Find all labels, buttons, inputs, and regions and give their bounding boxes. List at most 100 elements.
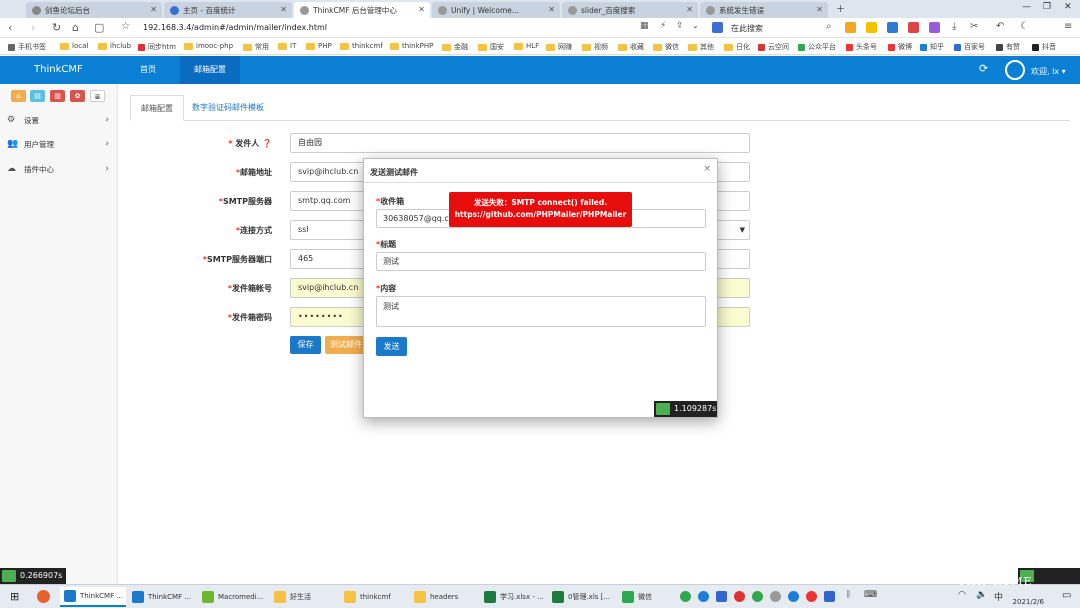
- bookmark-item[interactable]: thinkPHP: [390, 42, 433, 50]
- maximize-icon[interactable]: ❐: [1043, 2, 1051, 12]
- extension-icon[interactable]: [908, 22, 919, 33]
- tray-icon[interactable]: [806, 591, 817, 602]
- close-icon[interactable]: ×: [703, 164, 711, 174]
- extension-icon[interactable]: [887, 22, 898, 33]
- browser-tab[interactable]: 系统发生错误 ✕: [700, 2, 828, 18]
- sidebar-item-plugins[interactable]: ☁ 插件中心 ›: [0, 157, 118, 181]
- notification-icon[interactable]: ▭: [1062, 590, 1071, 601]
- subject-input[interactable]: 测试: [376, 252, 706, 271]
- close-icon[interactable]: ✕: [280, 5, 287, 14]
- bookmark-item[interactable]: local: [60, 42, 88, 50]
- bookmark-item[interactable]: 国安: [478, 42, 504, 52]
- home-icon[interactable]: ⌂: [72, 21, 79, 34]
- avatar[interactable]: [1005, 60, 1025, 80]
- new-tab-icon[interactable]: ＋: [836, 2, 845, 15]
- moon-icon[interactable]: ☾: [1020, 21, 1029, 32]
- taskbar-app[interactable]: Macromedi...: [202, 587, 268, 607]
- save-button[interactable]: 保存: [290, 336, 321, 354]
- taskbar-app[interactable]: ThinkCMF ...: [60, 587, 126, 607]
- bookmark-item[interactable]: 微信: [653, 42, 679, 52]
- tray-icon[interactable]: [788, 591, 799, 602]
- tray-icon[interactable]: [752, 591, 763, 602]
- bluetooth-icon[interactable]: ᛒ: [846, 590, 851, 600]
- browser-tab[interactable]: slider_百度搜索 ✕: [562, 2, 698, 18]
- bookmark-item[interactable]: 云空间: [758, 42, 789, 52]
- nav-mail-config[interactable]: 邮箱配置: [180, 56, 240, 84]
- tab-mail-config[interactable]: 邮箱配置: [130, 95, 184, 121]
- bookmark-item[interactable]: 金融: [442, 42, 468, 52]
- bookmark-item[interactable]: imooc-php: [184, 42, 233, 50]
- content-textarea[interactable]: 测试: [376, 296, 706, 327]
- extension-icon[interactable]: [845, 22, 856, 33]
- taskbar-app[interactable]: 0管理.xls [...: [552, 587, 618, 607]
- bookmark-item[interactable]: 手机书签: [8, 42, 46, 52]
- search-icon[interactable]: ⌕: [826, 21, 832, 32]
- reader-icon[interactable]: ▢: [94, 21, 104, 34]
- minimize-icon[interactable]: —: [1022, 2, 1031, 12]
- bookmark-item[interactable]: 知乎: [920, 42, 944, 52]
- download-icon[interactable]: ⤓: [952, 21, 956, 32]
- close-icon[interactable]: ✕: [686, 5, 693, 14]
- windows-start-icon[interactable]: ⊞: [10, 590, 19, 603]
- url-input[interactable]: 192.168.3.4/admin#/admin/mailer/index.ht…: [143, 23, 327, 32]
- bookmark-item[interactable]: 其他: [688, 42, 714, 52]
- star-icon[interactable]: ☆: [121, 21, 130, 32]
- sender-name-input[interactable]: 自由园: [290, 133, 750, 153]
- bookmark-item[interactable]: 日化: [724, 42, 750, 52]
- bookmark-item[interactable]: 常用: [243, 42, 269, 52]
- bookmark-item[interactable]: thinkcmf: [340, 42, 383, 50]
- clock[interactable]: 2021/2/6: [1013, 588, 1044, 606]
- browser-tab-active[interactable]: ThinkCMF 后台管理中心 ✕: [294, 2, 430, 18]
- qr-icon[interactable]: ▦: [640, 21, 649, 31]
- taskbar-app[interactable]: ThinkCMF ...: [132, 587, 198, 607]
- undo-icon[interactable]: ↶: [996, 21, 1004, 32]
- send-button[interactable]: 发送: [376, 337, 407, 356]
- tray-icon[interactable]: [698, 591, 709, 602]
- taskbar-app[interactable]: headers: [414, 587, 480, 607]
- browser-tab[interactable]: 主页 - 百度统计 ✕: [164, 2, 292, 18]
- scissors-icon[interactable]: ✂: [970, 21, 978, 32]
- tab-code-template[interactable]: 数字验证码邮件模板: [182, 95, 274, 121]
- close-icon[interactable]: ✕: [816, 5, 823, 14]
- back-icon[interactable]: ‹: [8, 21, 12, 34]
- wifi-icon[interactable]: ◠: [958, 590, 966, 600]
- taskbar-app[interactable]: thinkcmf: [344, 587, 410, 607]
- sidebar-item-users[interactable]: 👥 用户管理 ›: [0, 132, 118, 156]
- trash-button[interactable]: ▥: [50, 90, 65, 102]
- taskbar-app[interactable]: 微信: [622, 587, 672, 607]
- close-icon[interactable]: ✕: [548, 5, 555, 14]
- list-button[interactable]: ≣: [90, 90, 105, 102]
- input-method-icon[interactable]: 中: [994, 590, 1003, 603]
- network-icon[interactable]: ⌨: [864, 590, 877, 600]
- sidebar-item-settings[interactable]: ⚙ 设置 ›: [0, 108, 118, 132]
- bookmark-item[interactable]: HLF: [514, 42, 539, 50]
- taskbar-app[interactable]: 好生活: [274, 587, 340, 607]
- bookmark-item[interactable]: 头条号: [846, 42, 877, 52]
- bookmark-item[interactable]: 网赚: [546, 42, 572, 52]
- file-button[interactable]: ▤: [30, 90, 45, 102]
- nav-home[interactable]: 首页: [124, 56, 172, 84]
- close-icon[interactable]: ✕: [150, 5, 157, 14]
- help-icon[interactable]: ❓: [262, 139, 272, 148]
- tray-icon[interactable]: [824, 591, 835, 602]
- close-icon[interactable]: ✕: [418, 5, 425, 14]
- tray-icon[interactable]: [770, 591, 781, 602]
- forward-icon[interactable]: ›: [31, 21, 35, 34]
- bookmark-item[interactable]: 同步htm: [138, 42, 176, 52]
- tray-icon[interactable]: [680, 591, 691, 602]
- volume-icon[interactable]: 🔈: [976, 590, 987, 600]
- brand-logo[interactable]: ThinkCMF: [34, 64, 83, 75]
- search-input[interactable]: 在此搜索: [731, 23, 763, 34]
- bookmark-item[interactable]: PHP: [306, 42, 332, 50]
- bookmark-item[interactable]: IT: [278, 42, 296, 50]
- bookmark-item[interactable]: ihclub: [98, 42, 131, 50]
- bookmark-item[interactable]: 公众平台: [798, 42, 836, 52]
- browser-tab[interactable]: Unify | Welcome... ✕: [432, 2, 560, 18]
- taskbar-app[interactable]: 学习.xlsx - ...: [484, 587, 550, 607]
- close-window-icon[interactable]: ✕: [1064, 2, 1072, 12]
- bolt-icon[interactable]: ⚡: [660, 21, 666, 31]
- test-mail-button[interactable]: 测试邮件: [325, 336, 367, 354]
- bookmark-item[interactable]: 微博: [888, 42, 912, 52]
- menu-icon[interactable]: ≡: [1064, 21, 1072, 32]
- refresh-icon[interactable]: ↻: [52, 21, 61, 34]
